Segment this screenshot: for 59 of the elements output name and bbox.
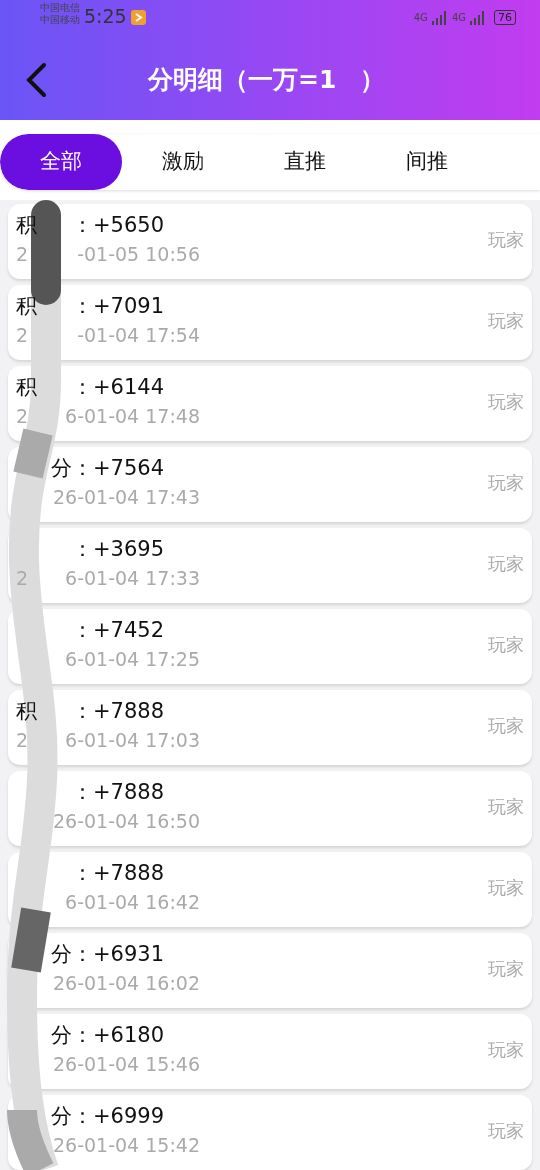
points-amount: ：+7888	[71, 779, 164, 806]
points-amount: ：+7888	[71, 860, 164, 887]
record-time: 6-01-04 17:33	[65, 566, 200, 591]
points-amount: ：+6144	[71, 374, 164, 401]
carrier-name: 中国移动	[40, 14, 80, 26]
points-amount: 分：+6180	[50, 1022, 164, 1049]
role-label: 玩家	[488, 1038, 524, 1062]
filter-tab[interactable]: 间推	[366, 134, 488, 190]
role-label: 玩家	[488, 795, 524, 819]
network-type: 4G	[413, 11, 428, 24]
role-label: 玩家	[488, 309, 524, 333]
battery-level: 76	[494, 10, 516, 25]
signal-icon	[431, 10, 448, 25]
record-time: -01-04 17:54	[77, 323, 200, 348]
role-label: 玩家	[488, 1119, 524, 1143]
record-time: 2	[16, 323, 29, 348]
role-label: 玩家	[488, 876, 524, 900]
points-label: 积	[16, 293, 37, 320]
role-label: 玩家	[488, 471, 524, 495]
role-label: 玩家	[488, 228, 524, 252]
points-amount: ：+7452	[71, 617, 164, 644]
points-label: 积	[16, 374, 37, 401]
page-title: 分明细（一万=1	[148, 64, 337, 97]
record-time: 6-01-04 16:42	[65, 890, 200, 915]
record-time: 26-01-04 16:02	[52, 971, 200, 996]
signal-icon	[470, 10, 486, 25]
app-notification-icon	[130, 10, 146, 25]
record-time: 2	[16, 728, 29, 753]
back-icon[interactable]	[24, 62, 48, 98]
filter-tab[interactable]: 全部	[0, 134, 122, 190]
carrier-name: 中国电信	[40, 2, 80, 14]
role-label: 玩家	[488, 633, 524, 657]
points-amount: ：+3695	[71, 536, 164, 563]
role-label: 玩家	[488, 390, 524, 414]
record-time: 26-01-04 15:42	[52, 1133, 200, 1158]
record-time: 2	[16, 404, 29, 429]
record-time: 26-01-04 16:50	[52, 809, 200, 834]
points-amount: 分：+6931	[50, 941, 164, 968]
record-time: 26-01-04 15:46	[52, 1052, 200, 1077]
filter-tab[interactable]: 直推	[244, 134, 366, 190]
record-time: -01-05 10:56	[77, 242, 200, 267]
page-title: ）	[360, 64, 386, 97]
record-time: 2	[16, 242, 29, 267]
points-amount: ：+5650	[71, 212, 164, 239]
record-time: 26-01-04 17:43	[52, 485, 200, 510]
points-label: 积	[16, 698, 37, 725]
status-time: 5:25	[84, 4, 127, 29]
record-time: 6-01-04 17:25	[65, 647, 200, 672]
points-amount: ：+7888	[71, 698, 164, 725]
role-label: 玩家	[488, 552, 524, 576]
role-label: 玩家	[488, 714, 524, 738]
network-type: 4G	[451, 11, 466, 24]
filter-tab[interactable]: 激励	[122, 134, 244, 190]
points-amount: ：+7091	[71, 293, 164, 320]
role-label: 玩家	[488, 957, 524, 981]
points-amount: 分：+6999	[50, 1103, 164, 1130]
record-time: 6-01-04 17:48	[65, 404, 200, 429]
points-amount: 分：+7564	[50, 455, 164, 482]
record-time: 6-01-04 17:03	[65, 728, 200, 753]
